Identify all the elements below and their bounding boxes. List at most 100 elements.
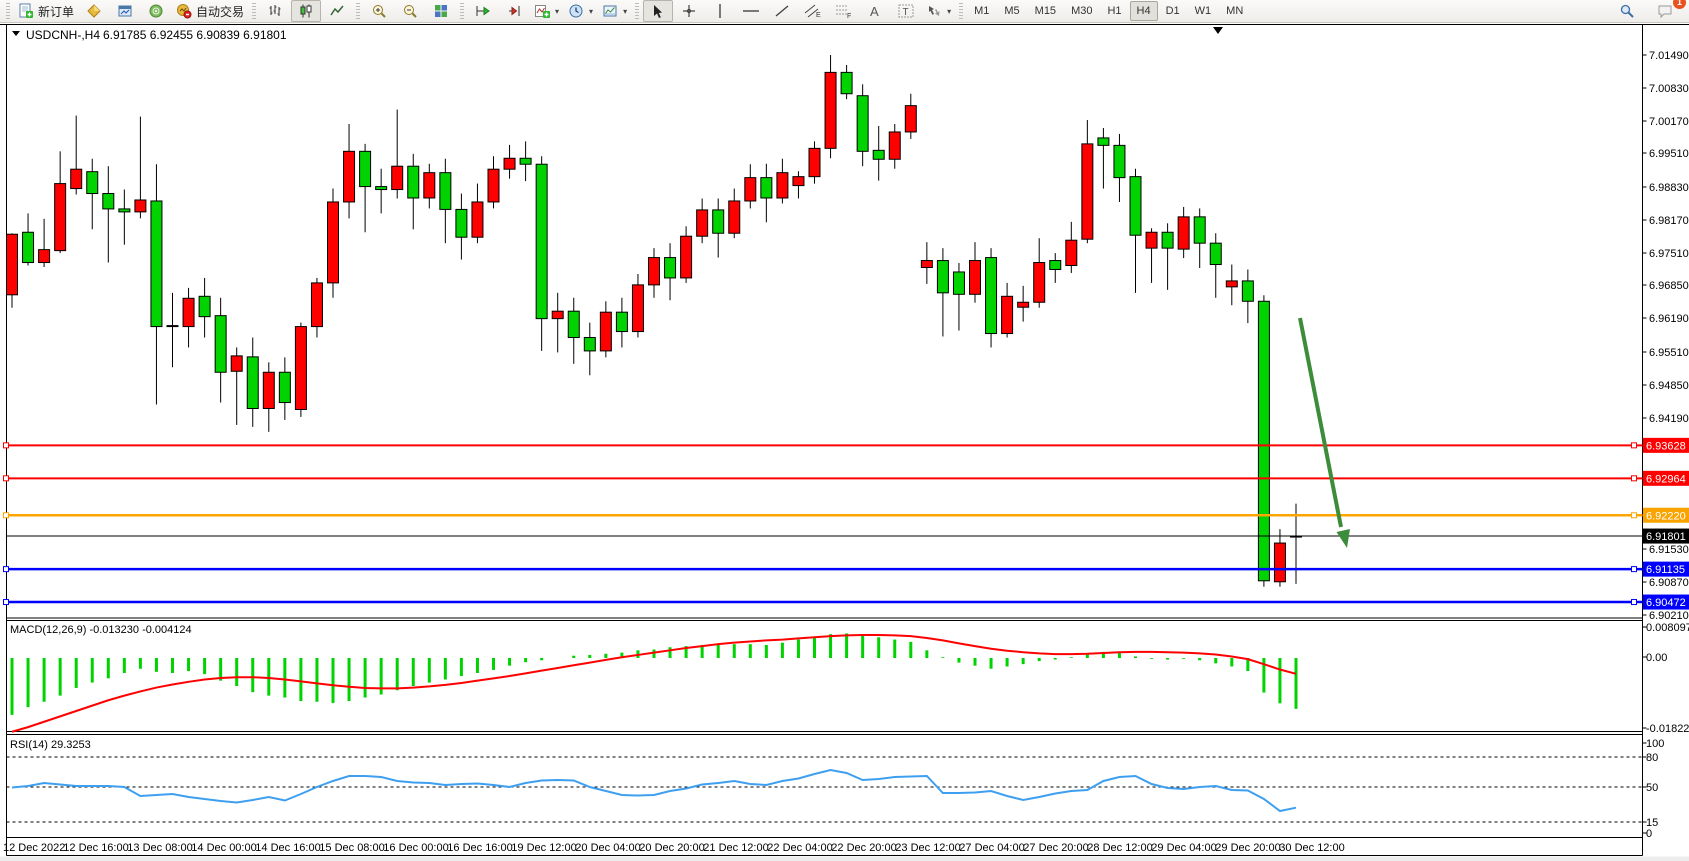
periods-button[interactable]: ▾ [564, 0, 597, 22]
toolbar-grip[interactable] [959, 3, 963, 19]
chart-window-button[interactable] [110, 0, 140, 22]
metaeditor-icon [86, 3, 102, 19]
line-handle[interactable] [1632, 476, 1637, 481]
timeframe-d1[interactable]: D1 [1159, 1, 1187, 21]
line-handle[interactable] [1632, 600, 1637, 605]
toolbar-grip[interactable] [252, 3, 256, 19]
price-tag: 6.90472 [1646, 597, 1686, 609]
rsi-axis-label: 50 [1646, 782, 1658, 794]
svg-text:A: A [870, 4, 879, 19]
line-handle[interactable] [4, 600, 9, 605]
timeframe-m5[interactable]: M5 [997, 1, 1026, 21]
zoom-out-icon [402, 3, 418, 19]
line-handle[interactable] [4, 567, 9, 572]
bar-chart-icon [267, 3, 283, 19]
toolbar: 新订单 自动交易 [0, 0, 1689, 23]
time-axis-label: 27 Dec 20:00 [1023, 842, 1088, 854]
price-axis-label: 6.98830 [1649, 182, 1689, 194]
line-handle[interactable] [4, 513, 9, 518]
auto-scroll-icon [475, 3, 491, 19]
toolbar-grip[interactable] [6, 3, 10, 19]
vertical-line-button[interactable] [705, 0, 735, 22]
line-handle[interactable] [1632, 567, 1637, 572]
notifications-button[interactable]: 1 [1650, 0, 1680, 22]
bars-view-button[interactable] [260, 0, 290, 22]
macd-axis-label: 0.008097 [1646, 622, 1689, 634]
line-handle[interactable] [4, 443, 9, 448]
trendline-button[interactable] [767, 0, 797, 22]
time-axis-label: 23 Dec 12:00 [895, 842, 960, 854]
timeframe-m30[interactable]: M30 [1064, 1, 1099, 21]
search-button[interactable] [1612, 0, 1642, 22]
fibonacci-icon: F [835, 3, 853, 19]
time-axis-label: 20 Dec 04:00 [575, 842, 640, 854]
time-axis-label: 28 Dec 12:00 [1087, 842, 1152, 854]
arrows-button[interactable]: ▾ [922, 0, 955, 22]
metaeditor-button[interactable] [79, 0, 109, 22]
new-order-button[interactable]: 新订单 [14, 0, 78, 22]
current-price-tag: 6.91801 [1646, 531, 1686, 543]
line-handle[interactable] [1632, 443, 1637, 448]
auto-scroll-button[interactable] [468, 0, 498, 22]
chart-title: USDCNH-,H4 [26, 28, 100, 42]
tile-windows-icon [433, 3, 449, 19]
text-button[interactable]: A [860, 0, 890, 22]
templates-button[interactable]: ▾ [598, 0, 631, 22]
timeframe-h4[interactable]: H4 [1130, 1, 1158, 21]
candlestick-icon [298, 3, 314, 19]
dropdown-caret: ▾ [589, 7, 593, 16]
timeframe-h1[interactable]: H1 [1100, 1, 1128, 21]
time-axis-label: 16 Dec 00:00 [383, 842, 448, 854]
time-axis-label: 16 Dec 16:00 [447, 842, 512, 854]
rsi-axis-label: 80 [1646, 752, 1658, 764]
cursor-button[interactable] [643, 0, 673, 22]
line-handle[interactable] [1632, 513, 1637, 518]
chart-shift-button[interactable] [499, 0, 529, 22]
line-view-button[interactable] [322, 0, 352, 22]
crosshair-button[interactable] [674, 0, 704, 22]
arrows-icon [926, 3, 942, 19]
price-axis-label: 7.00170 [1649, 116, 1689, 128]
timeframe-mn[interactable]: MN [1219, 1, 1250, 21]
rsi-axis-label: 100 [1646, 738, 1664, 750]
chart-window-icon [117, 3, 133, 19]
price-axis-label: 6.90870 [1649, 577, 1689, 589]
tile-windows-button[interactable] [426, 0, 456, 22]
horizontal-line-button[interactable] [736, 0, 766, 22]
new-order-label: 新订单 [38, 3, 74, 20]
autotrading-label: 自动交易 [196, 3, 244, 20]
timeframe-m1[interactable]: M1 [967, 1, 996, 21]
status-strip [0, 857, 1689, 861]
mql5-community-button[interactable] [141, 0, 171, 22]
time-axis-label: 19 Dec 12:00 [511, 842, 576, 854]
trendline-icon [774, 3, 790, 19]
zoom-in-button[interactable] [364, 0, 394, 22]
indicators-button[interactable]: ▾ [530, 0, 563, 22]
timeframe-m15[interactable]: M15 [1028, 1, 1063, 21]
toolbar-grip[interactable] [460, 3, 464, 19]
dropdown-caret: ▾ [947, 7, 951, 16]
equidistant-channel-button[interactable]: E [798, 0, 828, 22]
zoom-out-button[interactable] [395, 0, 425, 22]
candle [328, 189, 339, 298]
fibonacci-button[interactable]: F [829, 0, 859, 22]
svg-text:T: T [903, 7, 909, 18]
toolbar-grip[interactable] [356, 3, 360, 19]
candles-view-button[interactable] [291, 0, 321, 22]
chart-canvas[interactable]: USDCNH-,H46.91785 6.92455 6.90839 6.9180… [0, 0, 1689, 861]
crosshair-icon [681, 3, 697, 19]
toolbar-grip[interactable] [635, 3, 639, 19]
text-label-button[interactable]: T [891, 0, 921, 22]
line-handle[interactable] [4, 476, 9, 481]
zoom-in-icon [371, 3, 387, 19]
time-axis-label: 21 Dec 12:00 [703, 842, 768, 854]
price-axis-label: 6.94850 [1649, 380, 1689, 392]
rsi-axis-label: 0 [1646, 828, 1652, 840]
autotrading-button[interactable]: 自动交易 [172, 0, 248, 22]
chart-ohlc-values: 6.91785 6.92455 6.90839 6.91801 [103, 28, 287, 42]
mql5-community-icon [148, 3, 164, 19]
svg-text:E: E [816, 12, 821, 19]
templates-icon [602, 3, 618, 19]
timeframe-w1[interactable]: W1 [1188, 1, 1219, 21]
mt4-terminal-window: { "toolbar": { "new_order_label": "新订单",… [0, 0, 1689, 861]
